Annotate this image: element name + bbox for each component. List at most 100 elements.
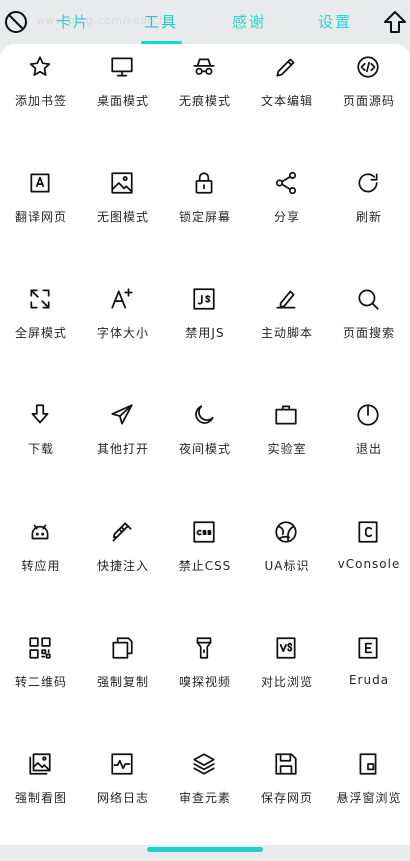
save-icon — [273, 751, 299, 777]
translate-icon — [27, 170, 53, 196]
lock-icon — [191, 170, 217, 196]
tool-fullscreen[interactable]: 全屏模式 — [0, 280, 82, 396]
vs-icon — [273, 635, 299, 661]
tool-label: 桌面模式 — [96, 94, 149, 108]
android-icon — [27, 519, 53, 545]
download-icon — [27, 402, 53, 428]
eruda-icon — [355, 635, 381, 661]
tool-moon[interactable]: 夜间模式 — [164, 396, 246, 512]
tool-console[interactable]: vConsole — [328, 513, 410, 629]
tool-label: 夜间模式 — [178, 442, 231, 456]
tool-send[interactable]: 其他打开 — [82, 396, 164, 512]
tool-android[interactable]: 转应用 — [0, 513, 82, 629]
tool-share[interactable]: 分享 — [246, 164, 328, 280]
tool-refresh[interactable]: 刷新 — [328, 164, 410, 280]
power-icon — [355, 402, 381, 428]
tool-briefcase[interactable]: 实验室 — [246, 396, 328, 512]
tool-gallery[interactable]: 强制看图 — [0, 745, 82, 861]
tool-layers[interactable]: 审查元素 — [164, 745, 246, 861]
tool-label: 强制复制 — [96, 675, 149, 689]
tool-label: 嗅探视频 — [178, 675, 231, 689]
tool-search[interactable]: 页面搜索 — [328, 280, 410, 396]
tool-globe[interactable]: UA标识 — [246, 513, 328, 629]
js-icon — [191, 286, 217, 312]
css-icon — [191, 519, 217, 545]
syringe-icon — [109, 519, 135, 545]
pulse-icon — [109, 751, 135, 777]
tool-image[interactable]: 无图模式 — [82, 164, 164, 280]
qrcode-icon — [27, 635, 53, 661]
incognito-icon — [191, 54, 217, 80]
tool-save[interactable]: 保存网页 — [246, 745, 328, 861]
tool-label: 禁止CSS — [178, 559, 232, 573]
float-window-icon — [355, 751, 381, 777]
tool-label: 悬浮窗浏览 — [336, 791, 402, 805]
tool-vs[interactable]: 对比浏览 — [246, 629, 328, 745]
font-size-icon — [109, 286, 135, 312]
tool-label: 快捷注入 — [96, 559, 149, 573]
bottom-handle[interactable] — [147, 847, 263, 852]
tool-label: vConsole — [337, 557, 401, 571]
tool-pencil[interactable]: 文本编辑 — [246, 48, 328, 164]
tool-copy[interactable]: 强制复制 — [82, 629, 164, 745]
tool-float-window[interactable]: 悬浮窗浏览 — [328, 745, 410, 861]
tool-flashlight[interactable]: 嗅探视频 — [164, 629, 246, 745]
tab-settings[interactable]: 设置 — [300, 11, 370, 32]
tool-label: 无图模式 — [96, 210, 149, 224]
console-icon — [355, 519, 381, 545]
tool-label: 添加书签 — [14, 94, 67, 108]
tool-label: 分享 — [273, 210, 300, 224]
top-bar: www.bing.com/search 卡片 工具 感谢 设置 — [0, 0, 410, 45]
tool-label: 字体大小 — [96, 326, 149, 340]
tab-tools[interactable]: 工具 — [126, 11, 196, 32]
tool-label: 翻译网页 — [14, 210, 67, 224]
share-icon — [273, 170, 299, 196]
briefcase-icon — [273, 402, 299, 428]
layers-icon — [191, 751, 217, 777]
tool-label: UA标识 — [264, 559, 310, 573]
tool-label: 下载 — [27, 442, 54, 456]
fullscreen-icon — [27, 286, 53, 312]
tool-pulse[interactable]: 网络日志 — [82, 745, 164, 861]
tool-css[interactable]: 禁止CSS — [164, 513, 246, 629]
tool-label: 审查元素 — [178, 791, 231, 805]
tool-incognito[interactable]: 无痕模式 — [164, 48, 246, 164]
tool-label: 无痕模式 — [178, 94, 231, 108]
tab-cards[interactable]: 卡片 — [38, 11, 108, 32]
refresh-icon — [355, 170, 381, 196]
gallery-icon — [27, 751, 53, 777]
script-icon — [273, 286, 299, 312]
pencil-icon — [273, 54, 299, 80]
tool-lock[interactable]: 锁定屏幕 — [164, 164, 246, 280]
tool-label: 转二维码 — [14, 675, 67, 689]
tool-desktop[interactable]: 桌面模式 — [82, 48, 164, 164]
tool-code[interactable]: 页面源码 — [328, 48, 410, 164]
tool-label: 主动脚本 — [260, 326, 313, 340]
copy-icon — [109, 635, 135, 661]
tool-power[interactable]: 退出 — [328, 396, 410, 512]
tool-syringe[interactable]: 快捷注入 — [82, 513, 164, 629]
tool-star[interactable]: 添加书签 — [0, 48, 82, 164]
tool-qrcode[interactable]: 转二维码 — [0, 629, 82, 745]
tool-label: 其他打开 — [96, 442, 149, 456]
image-icon — [109, 170, 135, 196]
tool-translate[interactable]: 翻译网页 — [0, 164, 82, 280]
up-arrow-icon[interactable] — [382, 9, 408, 35]
tool-font-size[interactable]: 字体大小 — [82, 280, 164, 396]
desktop-icon — [109, 54, 135, 80]
tools-panel: 添加书签 桌面模式 无痕模式 文本编辑 页面源码翻译网页 无图模式 锁定屏幕 分享 刷新全屏模式… — [0, 44, 410, 852]
tool-label: 禁用JS — [185, 326, 225, 340]
tool-label: 文本编辑 — [260, 94, 313, 108]
tool-eruda[interactable]: Eruda — [328, 629, 410, 745]
flashlight-icon — [191, 635, 217, 661]
tool-label: Eruda — [348, 673, 390, 687]
globe-icon — [273, 519, 299, 545]
tool-js[interactable]: 禁用JS — [164, 280, 246, 396]
tab-thanks[interactable]: 感谢 — [214, 11, 284, 32]
send-icon — [109, 402, 135, 428]
tool-download[interactable]: 下载 — [0, 396, 82, 512]
tool-script[interactable]: 主动脚本 — [246, 280, 328, 396]
tool-label: 全屏模式 — [14, 326, 67, 340]
search-icon — [355, 286, 381, 312]
block-icon[interactable] — [3, 9, 29, 35]
